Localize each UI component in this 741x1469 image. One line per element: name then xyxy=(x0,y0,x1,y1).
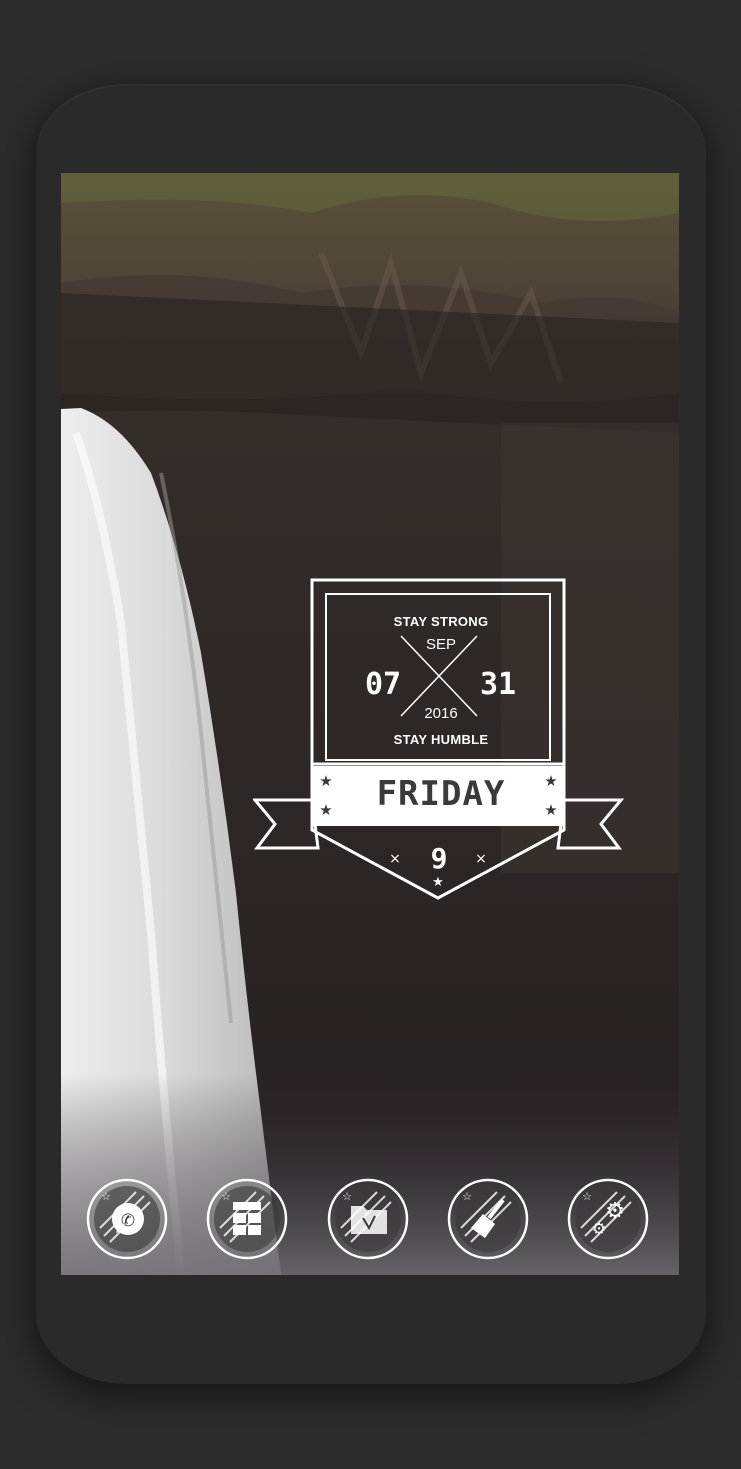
svg-text:⚙: ⚙ xyxy=(605,1199,625,1224)
clock-hour: 07 xyxy=(364,667,402,702)
cleaner-broom-icon[interactable]: ☆ xyxy=(447,1178,529,1260)
month-label: SEP xyxy=(425,636,456,653)
clock-widget[interactable]: ★ ★ ★ ★ × × ★ STAY STRONG SEP 07 31 2016… xyxy=(253,578,625,908)
svg-text:★: ★ xyxy=(544,772,557,790)
weekday-label: FRIDAY xyxy=(376,774,506,814)
svg-text:☆: ☆ xyxy=(462,1190,472,1203)
svg-text:☆: ☆ xyxy=(101,1190,111,1203)
svg-text:×: × xyxy=(389,851,401,867)
svg-text:☆: ☆ xyxy=(221,1190,231,1203)
file-manager-icon[interactable]: ☆ xyxy=(327,1178,409,1260)
app-dock: ☆ ✆ ☆ ☆ ☆ ☆ ⚙ ⚙ xyxy=(61,1178,679,1268)
svg-text:☆: ☆ xyxy=(582,1190,592,1203)
bottom-motto: STAY HUMBLE xyxy=(393,732,489,747)
svg-text:★: ★ xyxy=(319,772,332,790)
svg-text:☆: ☆ xyxy=(342,1190,352,1203)
windows-store-icon[interactable]: ☆ xyxy=(206,1178,288,1260)
svg-text:★: ★ xyxy=(319,801,332,819)
top-motto: STAY STRONG xyxy=(393,614,489,629)
year-label: 2016 xyxy=(424,705,458,722)
svg-text:×: × xyxy=(475,851,487,867)
svg-text:★: ★ xyxy=(432,875,444,890)
svg-text:⚙: ⚙ xyxy=(592,1219,606,1238)
clock-minute: 31 xyxy=(479,667,517,702)
svg-text:★: ★ xyxy=(544,801,557,819)
home-screen: ★ ★ ★ ★ × × ★ STAY STRONG SEP 07 31 2016… xyxy=(61,173,679,1275)
whatsapp-icon[interactable]: ☆ ✆ xyxy=(86,1178,168,1260)
settings-gears-icon[interactable]: ☆ ⚙ ⚙ xyxy=(567,1178,649,1260)
svg-text:✆: ✆ xyxy=(121,1211,135,1231)
hour-number: 9 xyxy=(430,842,448,875)
